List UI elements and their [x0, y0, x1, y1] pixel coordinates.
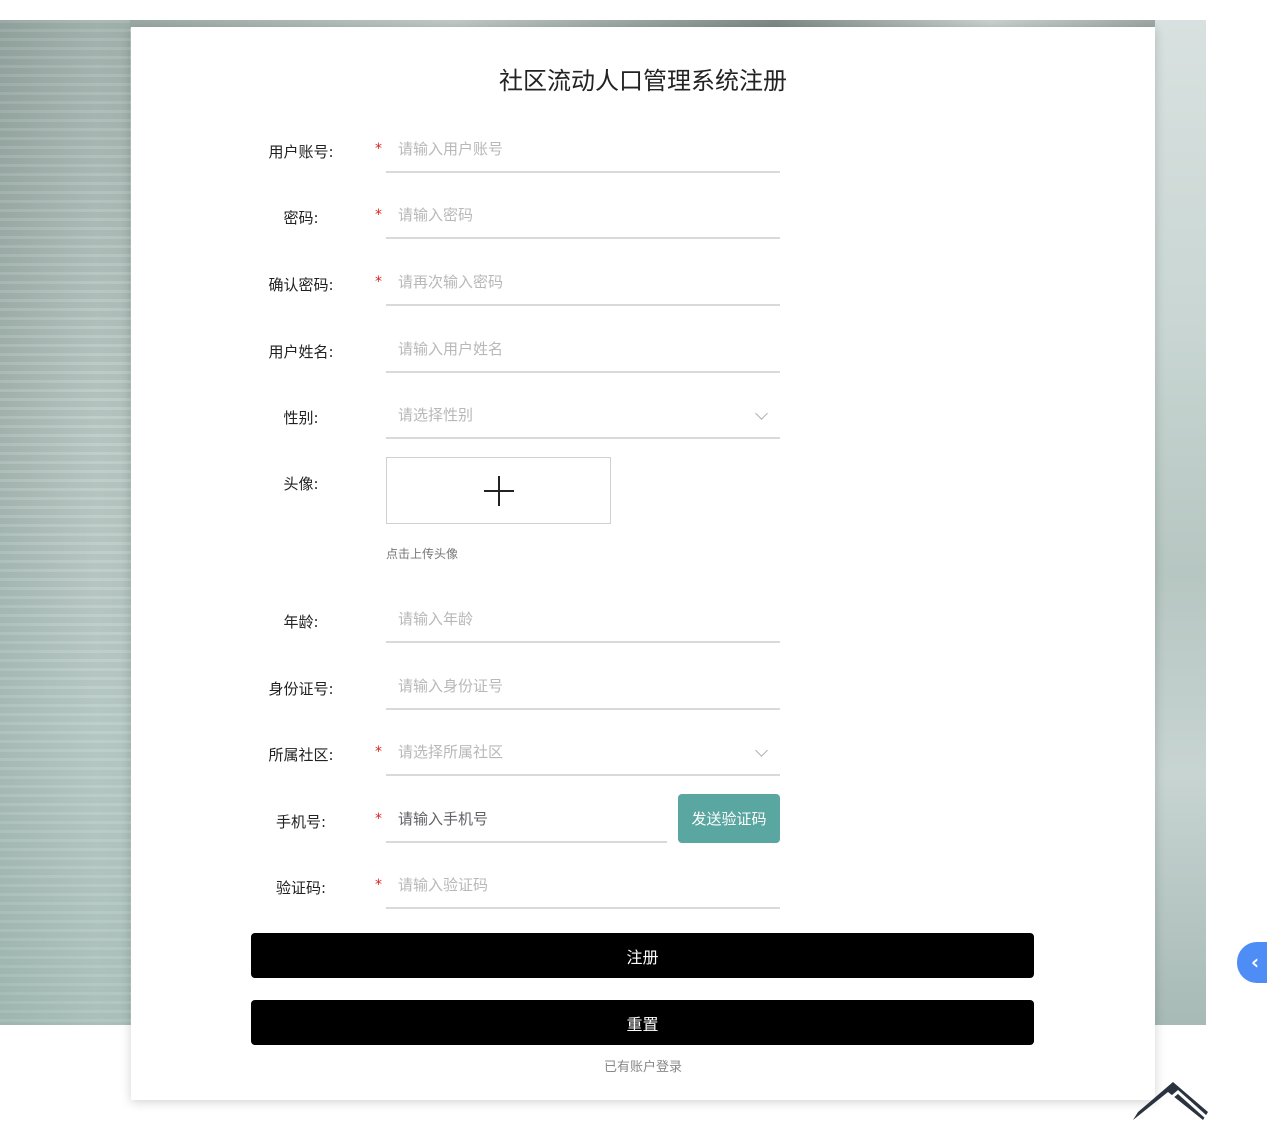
required-mark: * [375, 877, 382, 893]
gender-select-input[interactable] [386, 393, 780, 437]
confirm-password-row: 确认密码: * [131, 260, 1155, 310]
password-label: 密码: [283, 209, 319, 227]
gender-label: 性别: [283, 409, 319, 427]
password-row: 密码: * [131, 193, 1155, 243]
community-select-input[interactable] [386, 730, 780, 774]
phone-input[interactable] [386, 797, 667, 841]
confirm-password-label: 确认密码: [268, 276, 334, 294]
book-stack-icon [1133, 1082, 1208, 1120]
community-select[interactable] [386, 730, 780, 776]
username-input[interactable] [386, 127, 780, 171]
code-field [386, 863, 780, 909]
background-left-shade [0, 20, 130, 1025]
confirm-password-input[interactable] [386, 260, 780, 304]
background-right-strip [1155, 20, 1206, 1025]
name-input[interactable] [386, 327, 780, 371]
name-label: 用户姓名: [268, 343, 334, 361]
confirm-password-field [386, 260, 780, 306]
id-number-row: 身份证号: [131, 664, 1155, 714]
gender-select[interactable] [386, 393, 780, 439]
phone-row: 手机号: * [131, 797, 1155, 847]
phone-label: 手机号: [275, 813, 327, 831]
age-field [386, 597, 780, 643]
page-title: 社区流动人口管理系统注册 [499, 67, 787, 95]
send-code-button[interactable]: 发送验证码 [678, 794, 780, 843]
plus-icon-vertical [498, 476, 500, 506]
id-number-input[interactable] [386, 664, 780, 708]
chevron-left-icon[interactable]: ‹ [1237, 942, 1267, 983]
code-input[interactable] [386, 863, 780, 907]
id-number-field [386, 664, 780, 710]
username-label: 用户账号: [268, 143, 334, 161]
username-row: 用户账号: * [131, 127, 1155, 177]
avatar-upload-tip: 点击上传头像 [386, 547, 459, 561]
age-input[interactable] [386, 597, 780, 641]
name-row: 用户姓名: [131, 327, 1155, 377]
id-number-label: 身份证号: [268, 680, 334, 698]
community-label: 所属社区: [268, 746, 334, 764]
code-label: 验证码: [275, 879, 327, 897]
login-link[interactable]: 已有账户登录 [131, 1056, 1155, 1075]
required-mark: * [375, 274, 382, 290]
required-mark: * [375, 811, 382, 827]
age-row: 年龄: [131, 597, 1155, 647]
required-mark: * [375, 141, 382, 157]
age-label: 年龄: [283, 613, 319, 631]
avatar-label: 头像: [283, 475, 319, 493]
phone-field [386, 797, 667, 843]
avatar-upload-button[interactable] [386, 457, 611, 524]
register-card: 社区流动人口管理系统注册 用户账号: * 密码: * 确认密码: * 用户姓名:… [131, 27, 1155, 1100]
username-field [386, 127, 780, 173]
required-mark: * [375, 744, 382, 760]
required-mark: * [375, 207, 382, 223]
gender-row: 性别: [131, 393, 1155, 443]
name-field [386, 327, 780, 373]
password-input[interactable] [386, 193, 780, 237]
reset-button[interactable]: 重置 [251, 1000, 1034, 1045]
register-button[interactable]: 注册 [251, 933, 1034, 978]
community-row: 所属社区: * [131, 730, 1155, 780]
password-field [386, 193, 780, 239]
code-row: 验证码: * [131, 863, 1155, 913]
